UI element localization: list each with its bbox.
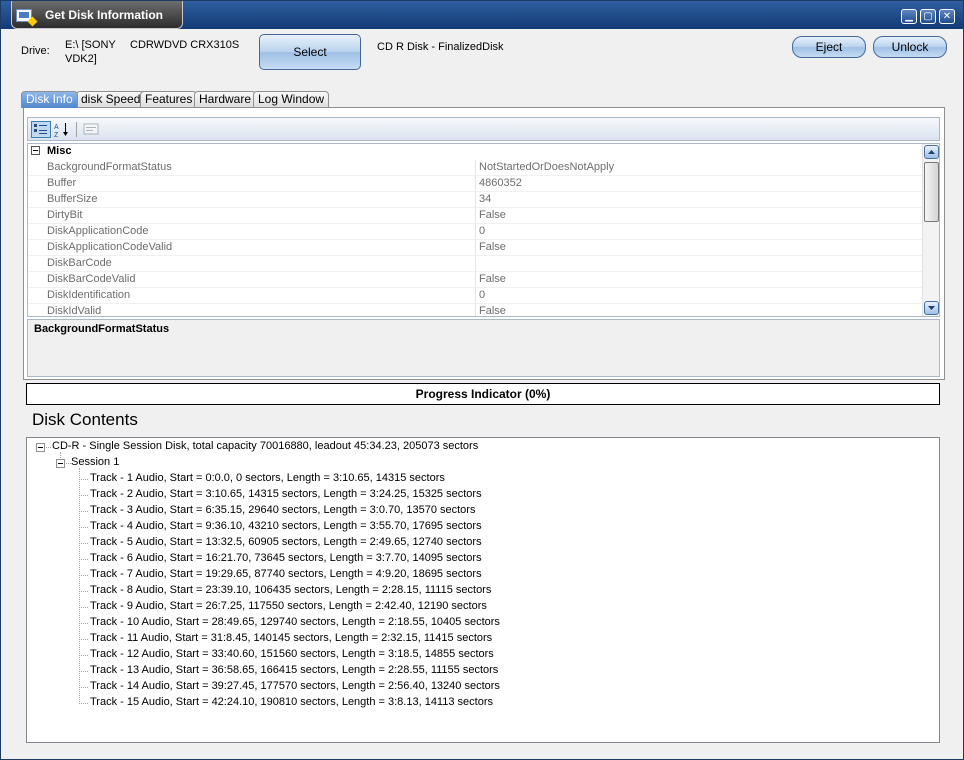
tree-node-track[interactable]: Track - 9 Audio, Start = 26:7.25, 117550…: [90, 600, 487, 612]
drive-model: CDRWDVD CRX310S: [130, 39, 240, 51]
minimize-button[interactable]: ▁: [901, 9, 917, 24]
property-value: 0: [479, 289, 486, 301]
root-collapse-icon[interactable]: [36, 443, 45, 452]
title-bar[interactable]: Get Disk Information ▁ ▢ ✕: [1, 1, 963, 29]
svg-text:A: A: [54, 124, 59, 131]
property-name: DirtyBit: [47, 209, 83, 221]
tree-node-track[interactable]: Track - 5 Audio, Start = 13:32.5, 60905 …: [90, 536, 482, 548]
property-value: False: [479, 209, 506, 221]
scroll-up-icon[interactable]: [924, 145, 939, 159]
tree-node-session[interactable]: Session 1: [71, 456, 119, 468]
property-row[interactable]: DiskIdentification 0: [28, 288, 922, 304]
svg-text:Z: Z: [54, 132, 59, 138]
tree-node-track[interactable]: Track - 2 Audio, Start = 3:10.65, 14315 …: [90, 488, 482, 500]
tree-node-track[interactable]: Track - 15 Audio, Start = 42:24.10, 1908…: [90, 696, 493, 708]
tree-node-track[interactable]: Track - 1 Audio, Start = 0:0.0, 0 sector…: [90, 472, 445, 484]
tree-node-track[interactable]: Track - 12 Audio, Start = 33:40.60, 1515…: [90, 648, 494, 660]
app-icon: [16, 9, 38, 27]
property-row[interactable]: DiskApplicationCodeValid False: [28, 240, 922, 256]
property-name: DiskBarCodeValid: [47, 273, 136, 285]
property-name: DiskIdValid: [47, 305, 102, 317]
property-value: 0: [479, 225, 486, 237]
category-misc[interactable]: Misc: [28, 144, 922, 160]
tab-disk-speed[interactable]: disk Speed: [76, 91, 146, 108]
property-grid-toolbar: AZ: [27, 117, 940, 141]
category-label: Misc: [47, 145, 72, 157]
tree-node-track[interactable]: Track - 11 Audio, Start = 31:8.45, 14014…: [90, 632, 492, 644]
property-name: Buffer: [47, 177, 77, 189]
property-row[interactable]: DirtyBit False: [28, 208, 922, 224]
description-title: BackgroundFormatStatus: [34, 323, 170, 335]
tree-node-root[interactable]: CD-R - Single Session Disk, total capaci…: [52, 440, 478, 452]
session-collapse-icon[interactable]: [56, 459, 65, 468]
tree-node-track[interactable]: Track - 8 Audio, Start = 23:39.10, 10643…: [90, 584, 491, 596]
disk-contents-title: Disk Contents: [32, 410, 138, 429]
drive-label: Drive:: [21, 45, 50, 57]
disk-contents-tree[interactable]: CD-R - Single Session Disk, total capaci…: [26, 437, 940, 743]
scroll-thumb[interactable]: [924, 162, 939, 222]
tab-features[interactable]: Features: [140, 91, 198, 108]
property-row[interactable]: DiskBarCode: [28, 256, 922, 272]
alphabetical-sort-icon[interactable]: AZ: [53, 121, 73, 139]
tab-disk-info[interactable]: Disk Info: [21, 91, 78, 108]
maximize-button[interactable]: ▢: [920, 9, 936, 24]
tree-node-track[interactable]: Track - 4 Audio, Start = 9:36.10, 43210 …: [90, 520, 482, 532]
tab-log-window[interactable]: Log Window: [253, 91, 330, 108]
property-grid-scrollbar[interactable]: [922, 144, 939, 316]
property-value: False: [479, 241, 506, 253]
tree-node-track[interactable]: Track - 7 Audio, Start = 19:29.65, 87740…: [90, 568, 482, 580]
property-name: DiskBarCode: [47, 257, 112, 269]
property-name: DiskIdentification: [47, 289, 131, 301]
drive-path-line1: E:\ [SONY: [65, 39, 116, 51]
property-grid[interactable]: Misc BackgroundFormatStatus NotStartedOrD…: [27, 143, 940, 317]
collapse-icon[interactable]: [31, 146, 40, 155]
tree-node-track[interactable]: Track - 6 Audio, Start = 16:21.70, 73645…: [90, 552, 482, 564]
property-description: BackgroundFormatStatus: [27, 319, 940, 377]
unlock-button[interactable]: Unlock: [873, 36, 947, 58]
property-value: False: [479, 273, 506, 285]
app-window: Get Disk Information ▁ ▢ ✕ Drive: E:\ [S…: [0, 0, 964, 760]
property-name: BackgroundFormatStatus: [47, 161, 172, 173]
property-value: 34: [479, 193, 492, 205]
drive-path-line2: VDK2]: [65, 53, 97, 65]
tree-node-track[interactable]: Track - 10 Audio, Start = 28:49.65, 1297…: [90, 616, 500, 628]
toolbar-separator: [76, 122, 77, 137]
property-name: DiskApplicationCodeValid: [47, 241, 173, 253]
tree-node-track[interactable]: Track - 14 Audio, Start = 39:27.45, 1775…: [90, 680, 500, 692]
progress-indicator: Progress Indicator (0%): [26, 383, 940, 405]
property-row[interactable]: BufferSize 34: [28, 192, 922, 208]
property-row[interactable]: BackgroundFormatStatus NotStartedOrDoesNo…: [28, 160, 922, 176]
window-title: Get Disk Information: [45, 8, 164, 22]
property-row[interactable]: DiskIdValid False: [28, 304, 922, 317]
property-row[interactable]: DiskBarCodeValid False: [28, 272, 922, 288]
close-button[interactable]: ✕: [939, 9, 955, 24]
property-name: DiskApplicationCode: [47, 225, 149, 237]
tree-node-track[interactable]: Track - 13 Audio, Start = 36:58.65, 1664…: [90, 664, 498, 676]
property-pages-icon[interactable]: [82, 121, 102, 138]
scroll-down-icon[interactable]: [924, 301, 939, 315]
property-row[interactable]: DiskApplicationCode 0: [28, 224, 922, 240]
select-button[interactable]: Select: [259, 34, 361, 70]
progress-text: Progress Indicator (0%): [415, 387, 551, 401]
eject-button[interactable]: Eject: [792, 36, 866, 58]
property-value: False: [479, 305, 506, 317]
property-name: BufferSize: [47, 193, 98, 205]
property-value: NotStartedOrDoesNotApply: [479, 161, 615, 173]
tree-node-track[interactable]: Track - 3 Audio, Start = 6:35.15, 29640 …: [90, 504, 475, 516]
categorized-icon[interactable]: [31, 121, 51, 138]
property-value: 4860352: [479, 177, 522, 189]
disk-status: CD R Disk - FinalizedDisk: [377, 41, 504, 53]
tab-hardware[interactable]: Hardware: [194, 91, 257, 108]
property-row[interactable]: Buffer 4860352: [28, 176, 922, 192]
